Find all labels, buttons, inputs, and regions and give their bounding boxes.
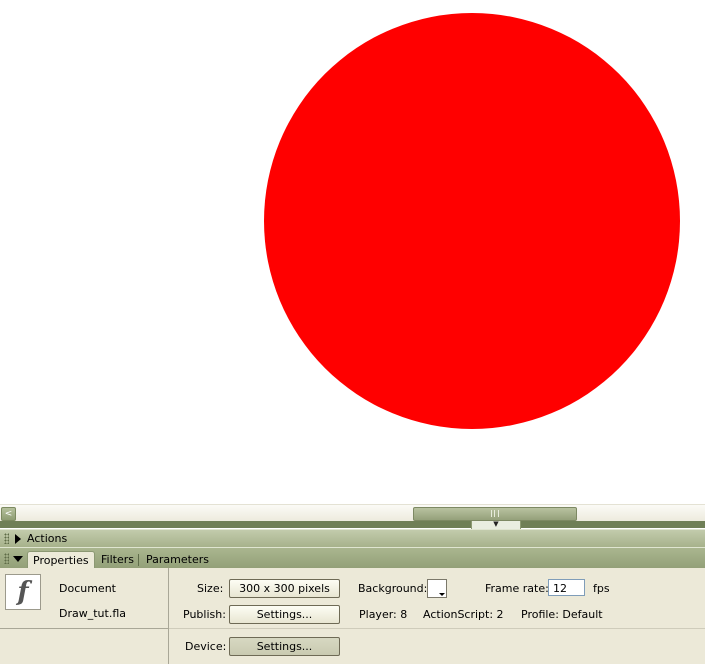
actions-panel-header[interactable]: Actions	[0, 529, 705, 548]
flash-logo-glyph: f	[17, 577, 29, 607]
dropdown-corner-icon	[439, 593, 445, 596]
device-label: Device:	[185, 640, 227, 653]
size-button[interactable]: 300 x 300 pixels	[229, 579, 340, 598]
horizontal-scrollbar[interactable]: <	[0, 504, 705, 522]
divider	[168, 568, 169, 664]
background-label: Background:	[358, 582, 428, 595]
scroll-left-arrow-icon[interactable]: <	[1, 507, 16, 521]
tab-separator	[138, 554, 139, 566]
fps-unit-label: fps	[593, 582, 610, 595]
document-type-label: Document	[59, 582, 116, 595]
collapse-triangle-icon[interactable]	[13, 556, 23, 562]
panel-splitter[interactable]	[0, 521, 705, 528]
panel-gripper-icon[interactable]	[4, 553, 9, 564]
publish-settings-button[interactable]: Settings...	[229, 605, 340, 624]
frame-rate-input[interactable]: 12	[548, 579, 585, 596]
profile-value: Profile: Default	[521, 608, 603, 621]
file-name: Draw_tut.fla	[59, 607, 126, 620]
player-version: Player: 8	[359, 608, 408, 621]
panel-gripper-icon[interactable]	[4, 533, 9, 544]
actions-panel-title: Actions	[27, 532, 68, 545]
scroll-thumb-grip-icon	[491, 510, 499, 517]
device-settings-button[interactable]: Settings...	[229, 637, 340, 656]
frame-rate-label: Frame rate:	[485, 582, 549, 595]
flash-document-icon: f	[5, 574, 41, 610]
red-circle-shape[interactable]	[264, 13, 680, 429]
size-label: Size:	[197, 582, 224, 595]
actionscript-version: ActionScript: 2	[423, 608, 504, 621]
divider	[0, 628, 168, 629]
background-color-swatch[interactable]	[427, 579, 447, 598]
publish-label: Publish:	[183, 608, 226, 621]
tab-properties[interactable]: Properties	[27, 551, 95, 569]
expand-triangle-icon[interactable]	[15, 534, 21, 544]
divider	[169, 628, 705, 629]
tab-filters[interactable]: Filters	[96, 551, 139, 568]
properties-panel-body: f Document Draw_tut.fla Size: 300 x 300 …	[0, 568, 705, 664]
properties-panel-header[interactable]: Properties Filters Parameters	[0, 547, 705, 569]
tab-parameters[interactable]: Parameters	[141, 551, 214, 568]
stage-canvas[interactable]	[0, 0, 705, 504]
scroll-thumb[interactable]	[413, 507, 577, 521]
